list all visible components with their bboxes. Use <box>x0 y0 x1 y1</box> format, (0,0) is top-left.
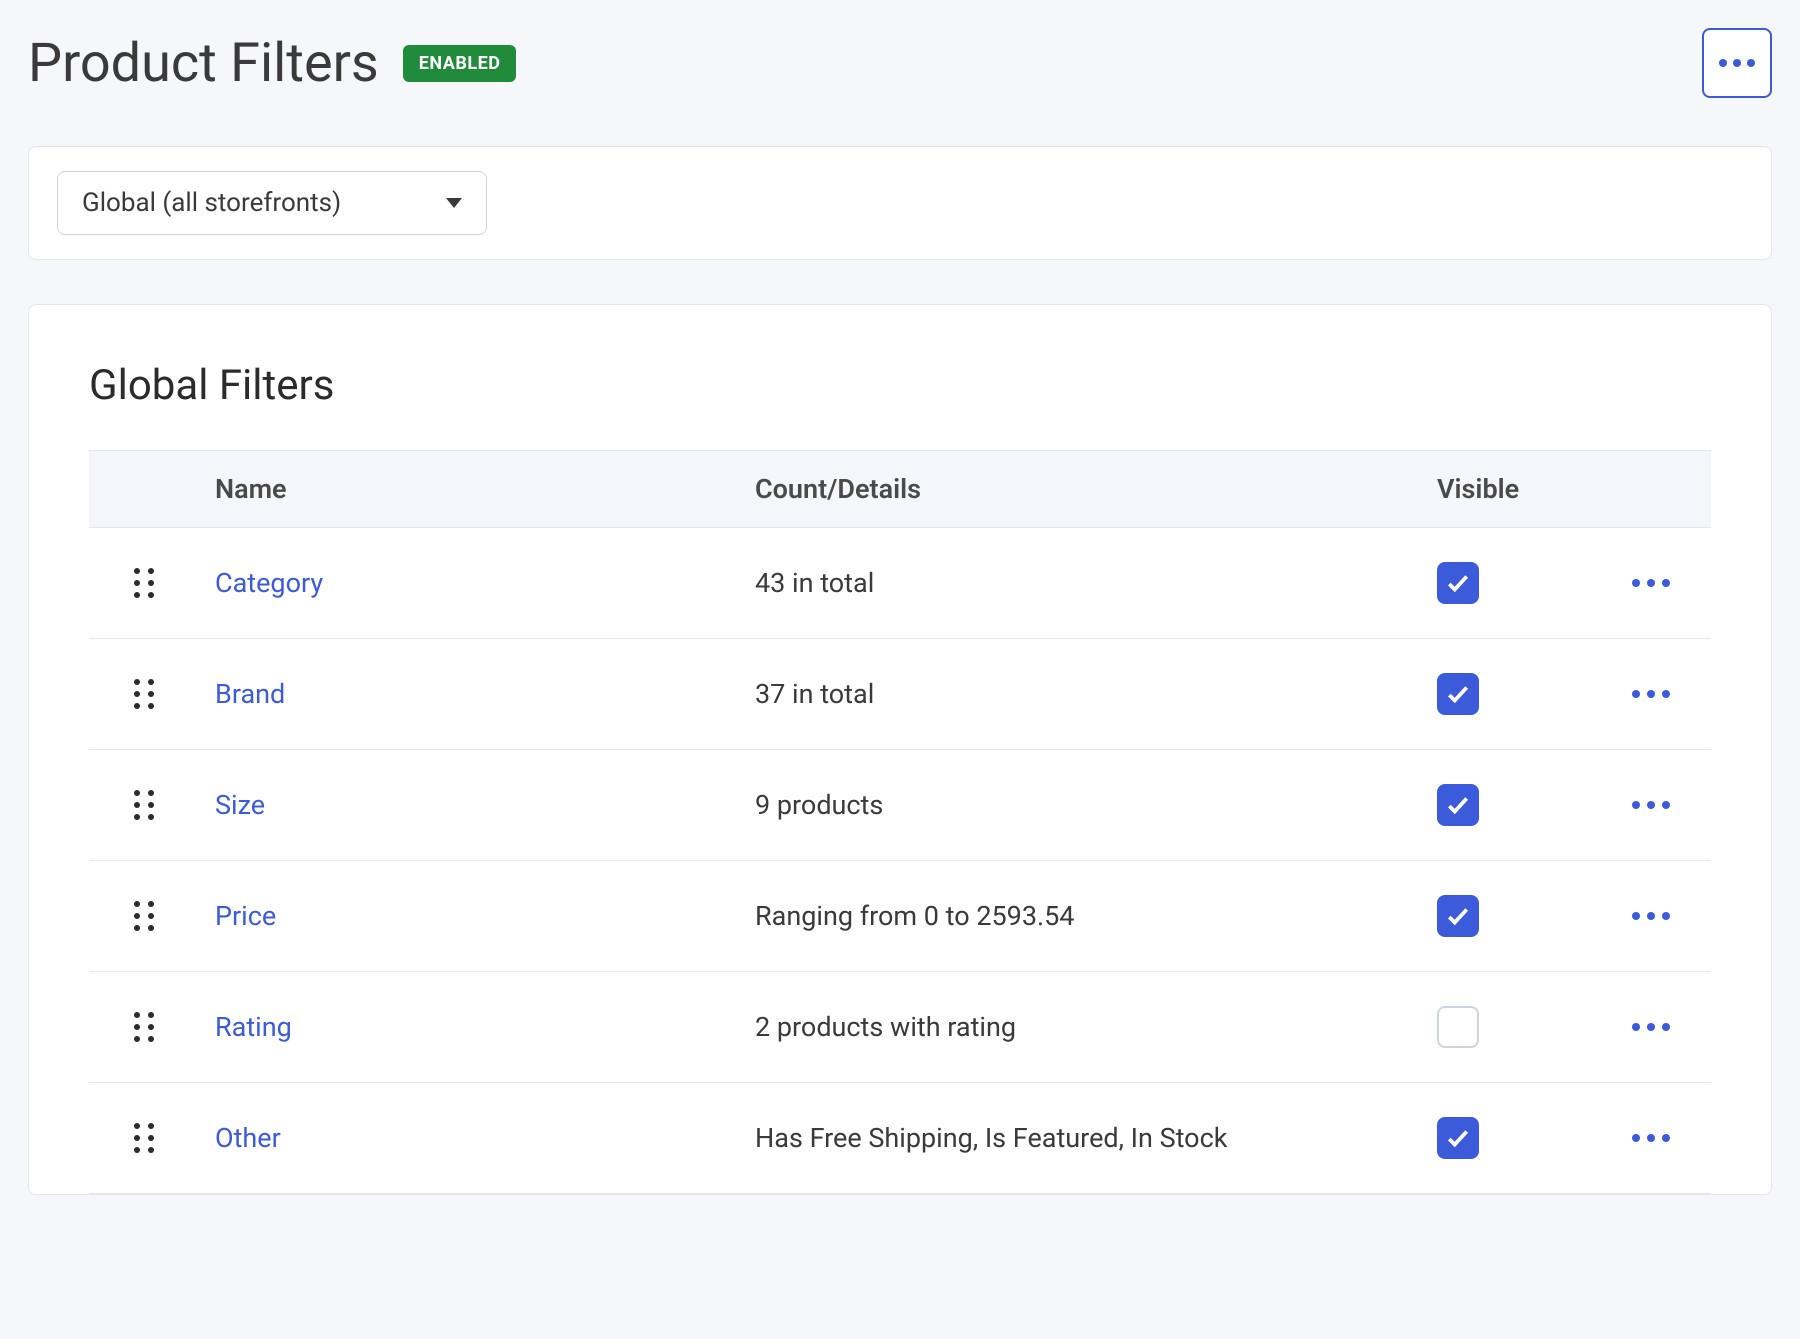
drag-handle-icon[interactable] <box>134 901 154 931</box>
chevron-down-icon <box>446 198 462 208</box>
check-icon <box>1445 792 1471 818</box>
visible-checkbox[interactable] <box>1437 895 1479 937</box>
storefront-scope-select[interactable]: Global (all storefronts) <box>57 171 487 235</box>
filter-name-link[interactable]: Category <box>215 567 323 599</box>
scope-panel: Global (all storefronts) <box>28 146 1772 260</box>
scope-selected-label: Global (all storefronts) <box>82 188 341 218</box>
row-more-button[interactable] <box>1607 1134 1695 1142</box>
filter-name-link[interactable]: Rating <box>215 1011 292 1043</box>
filter-details: Has Free Shipping, Is Featured, In Stock <box>739 1083 1421 1194</box>
check-icon <box>1445 1125 1471 1151</box>
page-title: Product Filters <box>28 32 379 95</box>
filter-name-link[interactable]: Brand <box>215 678 285 710</box>
table-row: Price Ranging from 0 to 2593.54 <box>89 861 1711 972</box>
table-row: Other Has Free Shipping, Is Featured, In … <box>89 1083 1711 1194</box>
visible-checkbox[interactable] <box>1437 562 1479 604</box>
filter-details: 9 products <box>739 750 1421 861</box>
drag-handle-icon[interactable] <box>134 790 154 820</box>
drag-handle-icon[interactable] <box>134 679 154 709</box>
row-more-button[interactable] <box>1607 912 1695 920</box>
drag-handle-icon[interactable] <box>134 1123 154 1153</box>
page-header: Product Filters ENABLED <box>28 28 1772 98</box>
check-icon <box>1445 681 1471 707</box>
col-name: Name <box>199 451 739 528</box>
filter-details: 43 in total <box>739 528 1421 639</box>
ellipsis-icon <box>1719 59 1755 67</box>
table-row: Size 9 products <box>89 750 1711 861</box>
row-more-button[interactable] <box>1607 801 1695 809</box>
check-icon <box>1445 570 1471 596</box>
col-actions <box>1591 451 1711 528</box>
filters-panel: Global Filters Name Count/Details Visibl… <box>28 304 1772 1195</box>
filters-table: Name Count/Details Visible Category 43 in… <box>89 450 1711 1194</box>
visible-checkbox[interactable] <box>1437 673 1479 715</box>
table-row: Brand 37 in total <box>89 639 1711 750</box>
visible-checkbox[interactable] <box>1437 1006 1479 1048</box>
table-row: Category 43 in total <box>89 528 1711 639</box>
filter-details: Ranging from 0 to 2593.54 <box>739 861 1421 972</box>
row-more-button[interactable] <box>1607 579 1695 587</box>
drag-handle-icon[interactable] <box>134 568 154 598</box>
title-group: Product Filters ENABLED <box>28 32 516 95</box>
filter-details: 37 in total <box>739 639 1421 750</box>
col-drag <box>89 451 199 528</box>
filters-heading: Global Filters <box>89 361 1711 410</box>
drag-handle-icon[interactable] <box>134 1012 154 1042</box>
check-icon <box>1445 903 1471 929</box>
visible-checkbox[interactable] <box>1437 784 1479 826</box>
col-details: Count/Details <box>739 451 1421 528</box>
table-header-row: Name Count/Details Visible <box>89 451 1711 528</box>
visible-checkbox[interactable] <box>1437 1117 1479 1159</box>
table-row: Rating 2 products with rating <box>89 972 1711 1083</box>
filter-details: 2 products with rating <box>739 972 1421 1083</box>
filter-name-link[interactable]: Other <box>215 1122 281 1154</box>
row-more-button[interactable] <box>1607 690 1695 698</box>
filter-name-link[interactable]: Size <box>215 789 265 821</box>
filter-name-link[interactable]: Price <box>215 900 276 932</box>
col-visible: Visible <box>1421 451 1591 528</box>
page-more-button[interactable] <box>1702 28 1772 98</box>
status-badge: ENABLED <box>403 45 517 82</box>
row-more-button[interactable] <box>1607 1023 1695 1031</box>
